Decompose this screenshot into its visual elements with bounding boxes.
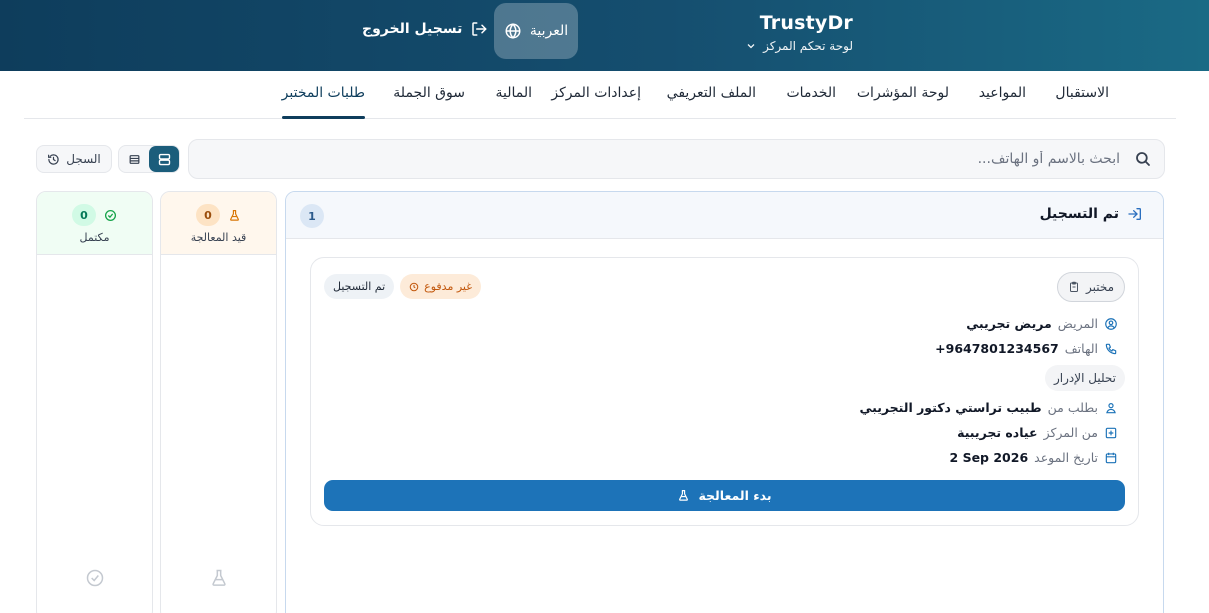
center-label: من المركز	[1043, 425, 1098, 440]
completed-count: 0	[72, 204, 96, 226]
requested-by-name: طبيب تراستي دكتور التجريبي	[859, 400, 1042, 415]
appointment-date: 2 Sep 2026	[949, 450, 1029, 465]
logout-label: تسجيل الخروج	[362, 21, 463, 37]
center-dashboard-switcher[interactable]: لوحة تحكم المركز	[745, 39, 853, 53]
sign-in-icon	[1127, 206, 1143, 222]
test-name-chip: تحليل الإدرار	[1044, 365, 1125, 391]
hospital-icon	[1104, 426, 1118, 440]
column-processing-header: 0 قيد المعالجة	[161, 192, 276, 255]
user-icon	[1104, 401, 1118, 415]
tab-reception[interactable]: الاستقبال	[1055, 85, 1109, 101]
start-processing-button[interactable]: بدء المعالجة	[324, 480, 1125, 511]
logout-button[interactable]: تسجيل الخروج	[362, 20, 488, 38]
globe-icon	[504, 22, 522, 40]
patient-phone: +9647801234567	[935, 341, 1059, 356]
search-box	[188, 139, 1165, 179]
dashboard-subtitle: لوحة تحكم المركز	[763, 39, 853, 53]
column-registered: تم التسجيل 1 مختبر تم التسجيل غير مدفوع …	[285, 191, 1164, 613]
board-view-button[interactable]	[149, 146, 179, 172]
requested-by-label: بطلب من	[1047, 400, 1098, 415]
top-header: TrustyDr لوحة تحكم المركز العربية تسجيل …	[0, 0, 1209, 71]
phone-label: الهاتف	[1064, 341, 1098, 356]
tab-center-settings[interactable]: إعدادات المركز	[551, 85, 641, 101]
tab-services[interactable]: الخدمات	[787, 85, 837, 101]
brand-name: TrustyDr	[759, 12, 853, 34]
logout-icon	[470, 20, 488, 38]
flask-icon	[228, 209, 241, 222]
tab-appointments[interactable]: المواعيد	[979, 85, 1026, 101]
column-registered-header: تم التسجيل 1	[286, 192, 1163, 239]
registered-title: تم التسجيل	[1039, 206, 1119, 222]
history-label: السجل	[66, 152, 101, 166]
request-type-label: مختبر	[1085, 280, 1114, 294]
clock-icon	[409, 282, 419, 292]
kanban-icon	[157, 152, 172, 167]
tab-dashboard[interactable]: لوحة المؤشرات	[857, 85, 949, 101]
history-icon	[47, 153, 60, 166]
processing-count: 0	[196, 204, 220, 226]
tab-finance[interactable]: المالية	[495, 85, 532, 101]
lab-request-card[interactable]: مختبر تم التسجيل غير مدفوع مريض تجريبي ا…	[310, 257, 1139, 526]
tab-wholesale[interactable]: سوق الجملة	[393, 85, 465, 101]
completed-empty-state	[37, 568, 152, 588]
view-toggle	[118, 145, 180, 173]
payment-status-label: غير مدفوع	[424, 280, 472, 293]
center-name: عياده تجريبية	[957, 425, 1038, 440]
appointment-date-label: تاريخ الموعد	[1034, 450, 1098, 465]
column-completed-header: 0 مكتمل	[37, 192, 152, 255]
center-row: عياده تجريبية من المركز	[957, 425, 1118, 440]
check-circle-icon	[85, 568, 105, 588]
flask-icon	[677, 489, 690, 502]
user-circle-icon	[1104, 317, 1118, 331]
column-completed: 0 مكتمل	[36, 191, 153, 613]
clipboard-icon	[1068, 281, 1080, 293]
request-type-badge: مختبر	[1056, 272, 1125, 302]
tab-profile[interactable]: الملف التعريفي	[667, 85, 756, 101]
phone-row: +9647801234567 الهاتف	[935, 341, 1118, 356]
start-processing-label: بدء المعالجة	[698, 488, 772, 503]
requested-by-row: طبيب تراستي دكتور التجريبي بطلب من	[859, 400, 1118, 415]
flask-icon	[209, 568, 229, 588]
chevron-down-icon	[745, 40, 757, 52]
processing-empty-state	[161, 568, 276, 588]
check-circle-icon	[104, 209, 117, 222]
registered-count: 1	[300, 204, 324, 228]
payment-status-badge: غير مدفوع	[400, 274, 481, 299]
list-icon	[128, 153, 141, 166]
list-view-button[interactable]	[119, 146, 149, 172]
search-input[interactable]	[201, 148, 1120, 170]
registered-title-wrap: تم التسجيل	[1040, 206, 1143, 222]
search-icon	[1134, 150, 1152, 172]
status-badges: تم التسجيل غير مدفوع	[324, 274, 481, 299]
patient-name: مريض تجريبي	[966, 316, 1052, 331]
language-button[interactable]: العربية	[494, 3, 578, 59]
completed-title: مكتمل	[79, 231, 110, 244]
main-tabs: الاستقبال المواعيد لوحة المؤشرات الخدمات…	[24, 71, 1176, 119]
appointment-date-row: 2 Sep 2026 تاريخ الموعد	[950, 450, 1118, 465]
calendar-icon	[1104, 451, 1118, 465]
brand: TrustyDr لوحة تحكم المركز	[745, 12, 853, 53]
column-processing: 0 قيد المعالجة	[160, 191, 277, 613]
processing-title: قيد المعالجة	[190, 231, 247, 244]
registered-status-badge: تم التسجيل	[324, 274, 395, 299]
phone-icon	[1104, 342, 1118, 356]
patient-row: مريض تجريبي المريض	[966, 316, 1118, 331]
language-label: العربية	[529, 23, 569, 39]
history-button[interactable]: السجل	[36, 145, 112, 173]
tab-lab-requests[interactable]: طلبات المختبر	[281, 85, 366, 119]
patient-label: المريض	[1057, 316, 1098, 331]
